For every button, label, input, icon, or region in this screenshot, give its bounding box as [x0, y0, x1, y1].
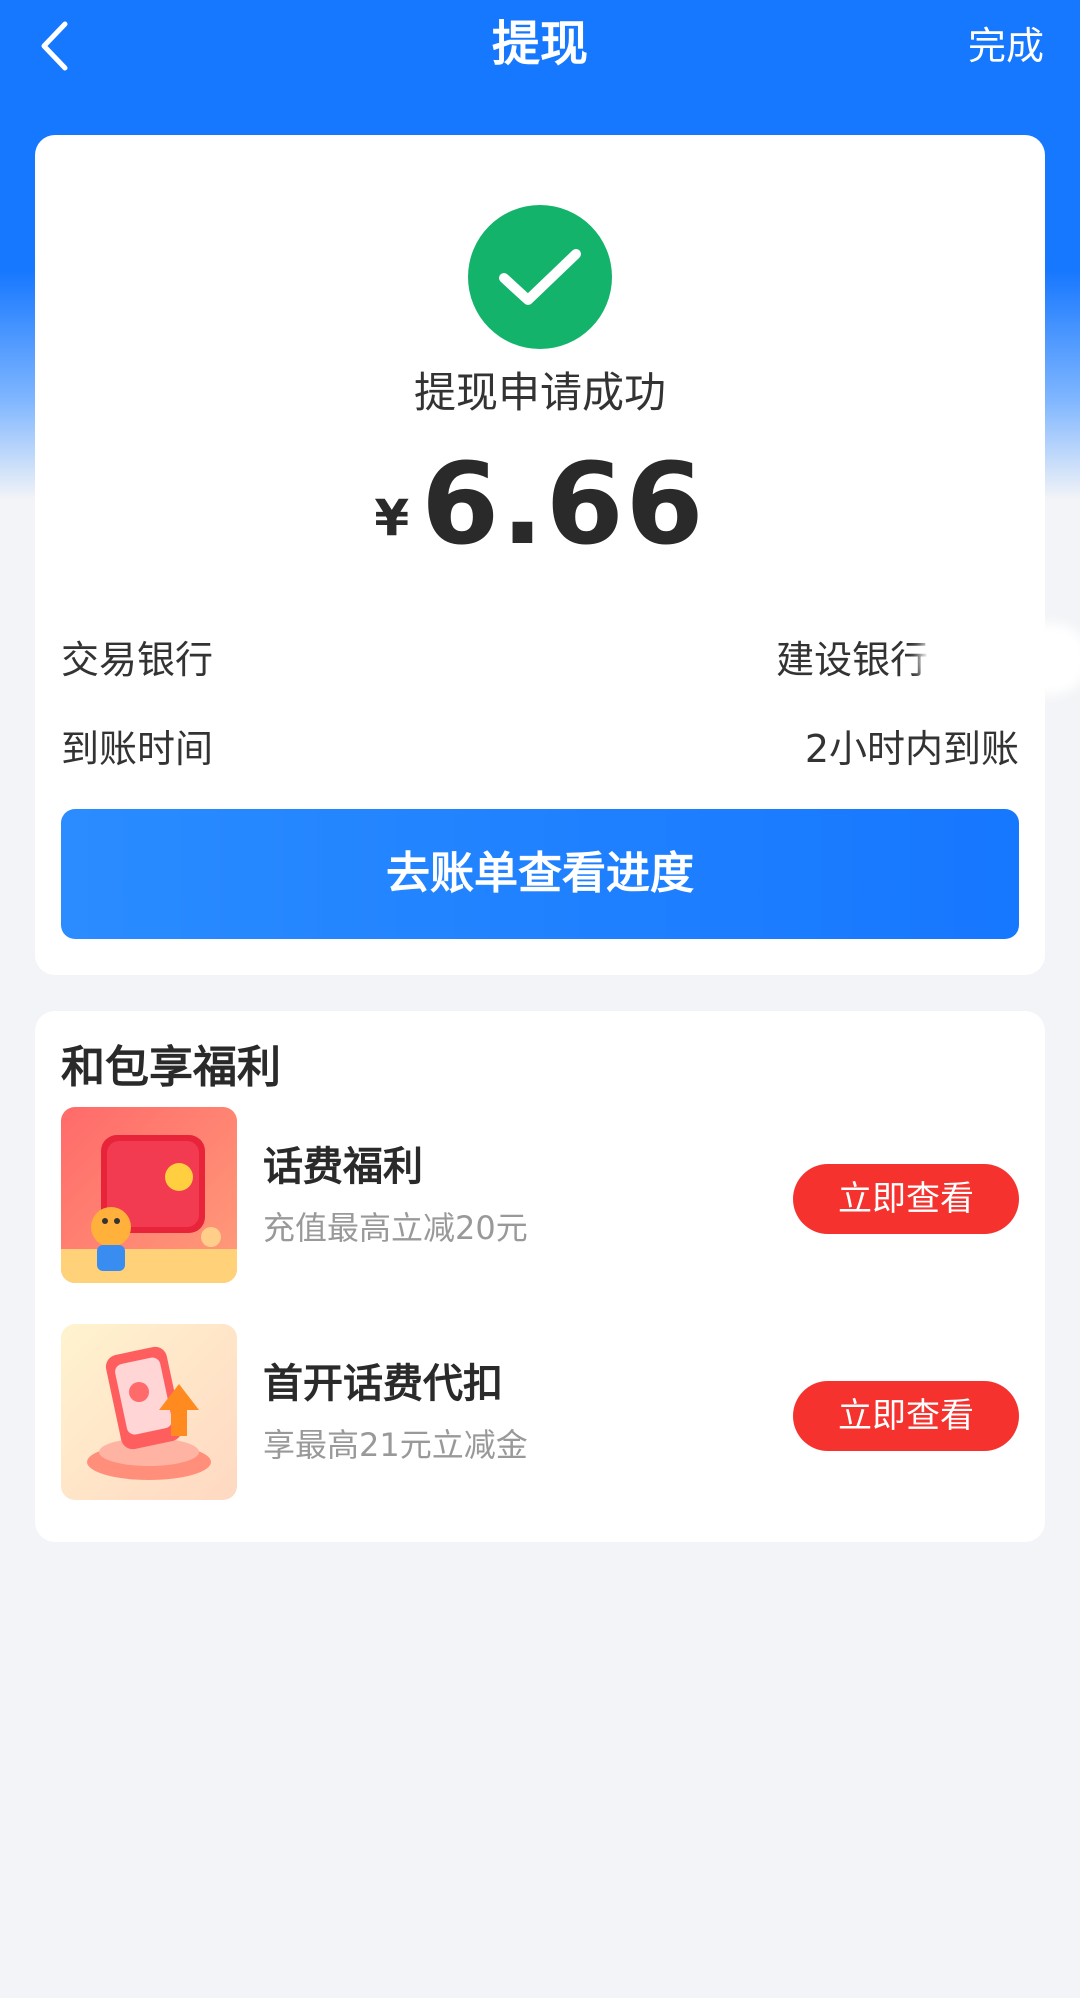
redaction-mask [929, 632, 1079, 685]
red-packet-thumbnail [61, 1107, 237, 1283]
amount-value: 6.66 [421, 440, 706, 570]
view-bill-progress-button[interactable]: 去账单查看进度 [61, 809, 1019, 939]
detail-label: 交易银行 [61, 637, 214, 682]
detail-value: 建设银行(尾号 [776, 629, 1079, 685]
nav-bar: 提现 完成 [0, 0, 1080, 92]
withdraw-result-card: 提现申请成功 ¥6.66 交易银行 建设银行(尾号 到账时间 2小时内到账 去账… [35, 135, 1079, 975]
benefit-name: 话费福利 [263, 1144, 423, 1190]
currency-symbol: ¥ [374, 489, 410, 547]
view-now-button[interactable]: 立即查看 [793, 1164, 1019, 1234]
detail-row-bank: 交易银行 建设银行(尾号 [61, 626, 1079, 686]
benefit-name: 首开话费代扣 [263, 1361, 503, 1407]
status-text: 提现申请成功 [413, 368, 666, 417]
phone-upgrade-thumbnail [61, 1324, 237, 1500]
withdraw-amount: ¥6.66 [35, 440, 1045, 603]
benefit-item-auto-debit[interactable]: 首开话费代扣 享最高21元立减金 立即查看 [61, 1324, 1019, 1500]
detail-label: 到账时间 [61, 726, 214, 771]
benefits-title: 和包享福利 [61, 1042, 281, 1093]
detail-row-time: 到账时间 2小时内到账 [61, 715, 1019, 775]
benefit-item-phone-bill[interactable]: 话费福利 充值最高立减20元 立即查看 [61, 1107, 1019, 1283]
success-check-icon [468, 205, 612, 349]
benefit-desc: 享最高21元立减金 [263, 1426, 528, 1464]
done-button[interactable]: 完成 [968, 18, 1044, 74]
benefits-card: 和包享福利 话费福利 充值最高立减20元 立即查看 首开话费代扣 享最高21元立… [35, 1011, 1045, 1542]
view-now-button[interactable]: 立即查看 [793, 1381, 1019, 1451]
page-title: 提现 [491, 16, 588, 72]
detail-value: 2小时内到账 [804, 726, 1019, 771]
benefit-desc: 充值最高立减20元 [263, 1209, 528, 1247]
